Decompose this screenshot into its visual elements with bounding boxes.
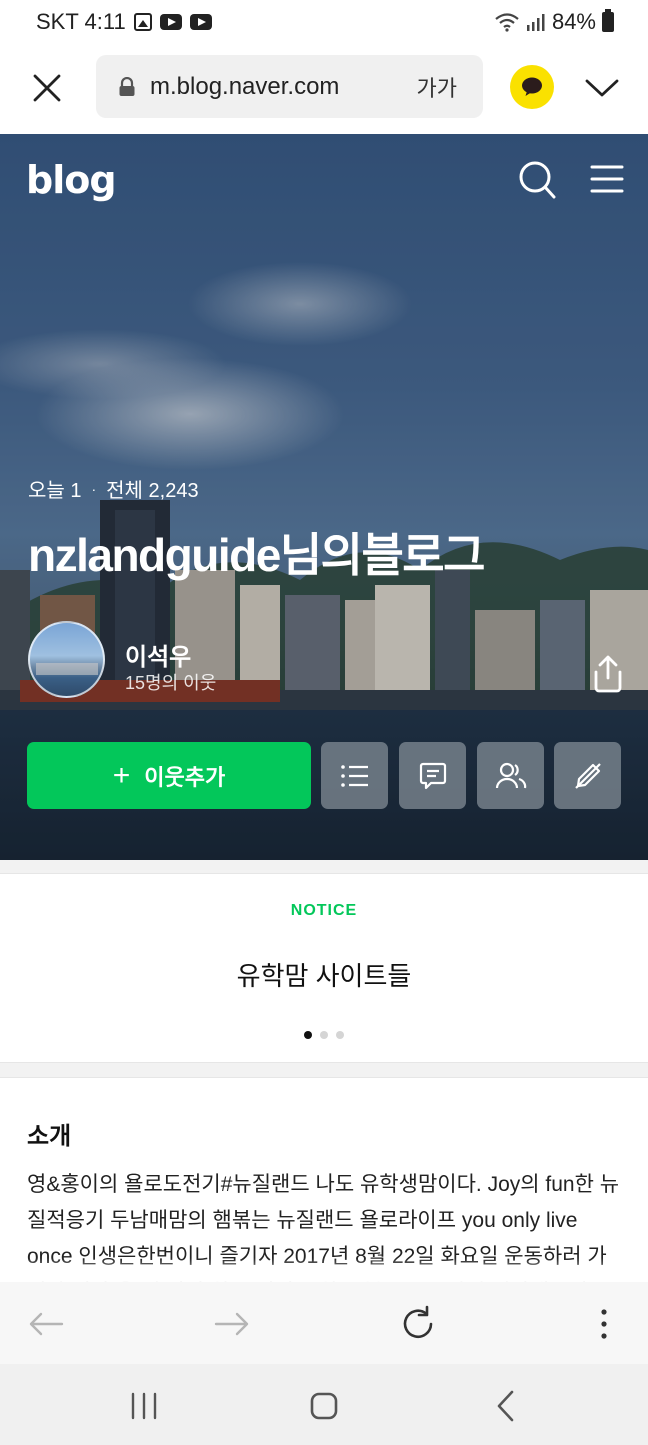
blog-header-hero: blog 오늘 1 · 전체 2,243 nzlandguide님의블로그 이석… (0, 134, 648, 860)
post-list-button[interactable] (321, 742, 388, 809)
write-disabled-button[interactable] (554, 742, 621, 809)
refresh-icon[interactable] (398, 1304, 438, 1344)
kakaotalk-icon (522, 77, 542, 96)
url-text: m.blog.naver.com (150, 72, 340, 100)
stats-separator: · (91, 480, 97, 497)
intro-heading: 소개 (27, 1123, 72, 1150)
home-icon[interactable] (304, 1386, 344, 1426)
status-bar: SKT 4:11 84% (0, 0, 648, 44)
visitor-stats: 오늘 1 · 전체 2,243 (28, 474, 199, 503)
add-neighbor-label: 이웃추가 (144, 764, 226, 790)
back-icon[interactable] (486, 1386, 526, 1426)
status-right: 84% (494, 9, 614, 35)
forward-arrow-icon[interactable] (212, 1304, 252, 1344)
plus-icon: + (112, 758, 131, 792)
notice-label: NOTICE (290, 902, 358, 919)
search-icon[interactable] (518, 160, 556, 200)
youtube-icon (159, 14, 182, 30)
notice-title[interactable]: 유학맘 사이트들 (0, 956, 648, 993)
carrier-time: SKT 4:11 (36, 9, 126, 34)
neighbor-count[interactable]: 15명의 이웃 (125, 669, 216, 695)
guestbook-icon (419, 762, 446, 789)
blog-logo[interactable]: blog (26, 158, 117, 202)
youtube-icon (189, 14, 212, 30)
lock-icon (119, 76, 135, 96)
pagination-dot[interactable] (336, 1031, 344, 1039)
status-left: SKT 4:11 (36, 9, 212, 35)
intro-section: 소개 영&홍이의 욜로도전기#뉴질랜드 나도 유학생맘이다. Joy의 fun한… (0, 1077, 648, 1282)
neighbors-button[interactable] (477, 742, 544, 809)
pagination-dot[interactable] (320, 1031, 328, 1039)
list-icon (340, 764, 368, 787)
system-navigation-bar (0, 1364, 648, 1445)
image-icon (133, 13, 152, 31)
blog-title: nzlandguide님의블로그 (28, 529, 485, 581)
guestbook-button[interactable] (399, 742, 466, 809)
back-arrow-icon[interactable] (26, 1304, 66, 1344)
notice-section[interactable]: NOTICE 유학맘 사이트들 (0, 873, 648, 1063)
address-field[interactable]: m.blog.naver.com 가가 (96, 55, 483, 118)
owner-name[interactable]: 이석우 (125, 637, 191, 672)
recent-apps-icon[interactable] (124, 1386, 164, 1426)
signal-icon (526, 14, 545, 31)
share-icon[interactable] (590, 654, 626, 694)
avatar[interactable] (28, 621, 105, 698)
toolbar-fade (0, 1258, 648, 1282)
today-count: 오늘 1 (28, 480, 82, 502)
add-neighbor-button[interactable]: + 이웃추가 (27, 742, 311, 809)
more-vertical-icon[interactable] (584, 1304, 624, 1344)
no-pencil-icon (574, 762, 601, 789)
wifi-icon (495, 13, 519, 32)
kakaotalk-button[interactable] (510, 65, 554, 109)
battery-text: 84% (551, 9, 596, 34)
notice-pagination (0, 1031, 648, 1039)
menu-icon[interactable] (590, 164, 624, 194)
battery-icon (602, 9, 614, 32)
pagination-dot[interactable] (304, 1031, 312, 1039)
close-icon[interactable] (30, 71, 64, 105)
browser-url-bar: m.blog.naver.com 가가 (0, 44, 648, 134)
chevron-down-icon[interactable] (584, 74, 620, 102)
neighbors-icon (495, 762, 526, 788)
browser-bottom-toolbar (0, 1258, 648, 1364)
font-size-button[interactable]: 가가 (417, 71, 457, 103)
total-count: 전체 2,243 (106, 480, 199, 502)
